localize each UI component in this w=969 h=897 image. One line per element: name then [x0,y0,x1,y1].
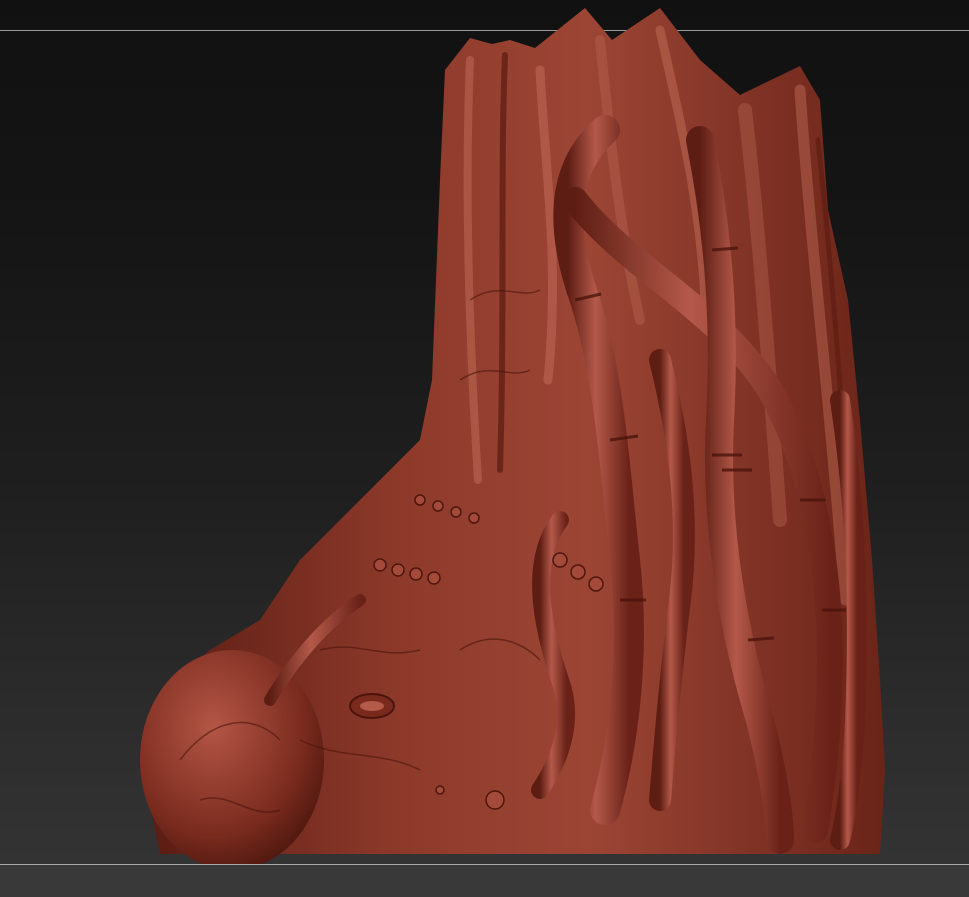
document-viewport[interactable] [0,0,969,897]
model-left-pod [140,650,324,870]
viewport-bottom-strip [0,865,969,897]
sculpted-mesh-model[interactable] [0,0,969,897]
model-lens-detail [349,693,395,719]
